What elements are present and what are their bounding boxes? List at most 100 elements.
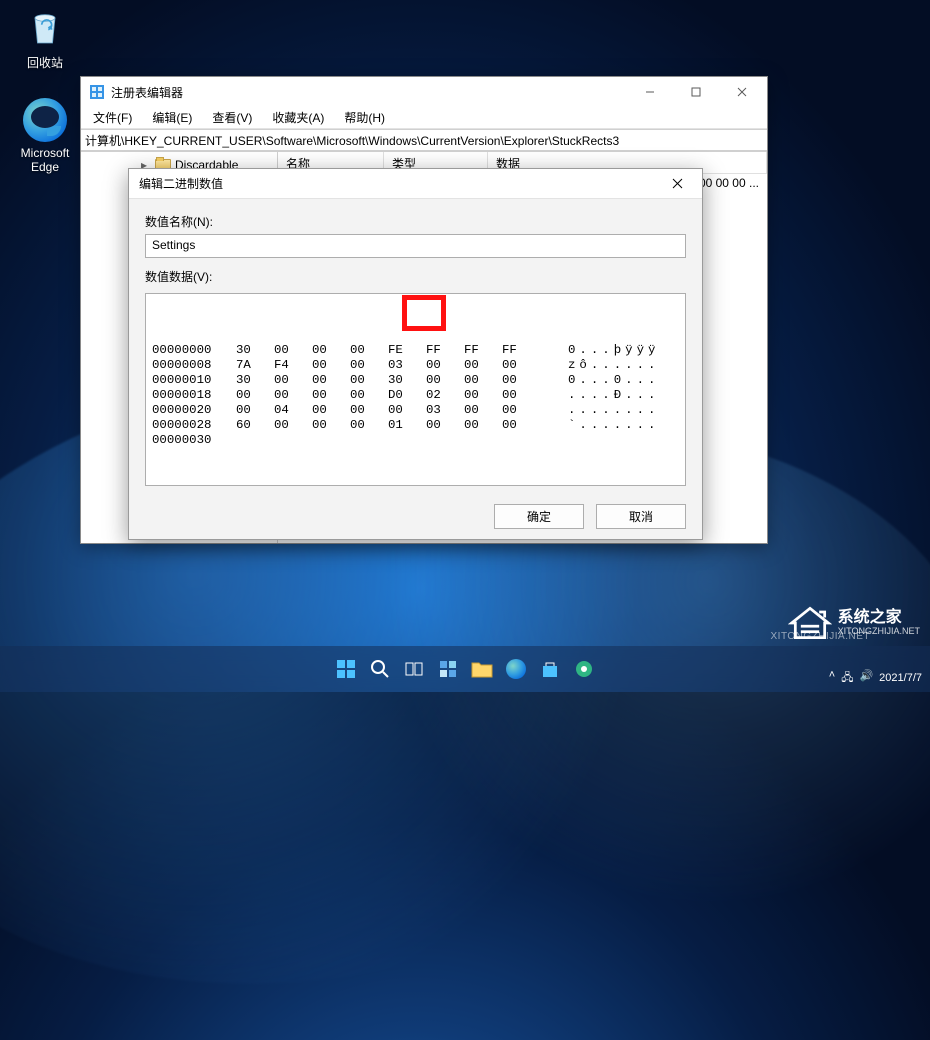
hex-byte[interactable]: 00 (312, 373, 350, 388)
hex-ascii (540, 433, 568, 448)
dialog-titlebar[interactable]: 编辑二进制数值 (129, 169, 702, 199)
dialog-close-button[interactable] (656, 170, 698, 198)
hex-byte[interactable]: 00 (312, 418, 350, 433)
hex-byte[interactable] (464, 433, 502, 448)
clock[interactable]: 2021/7/7 (879, 672, 922, 685)
hex-row[interactable]: 0000000030000000FEFFFFFF0...þÿÿÿ (152, 343, 679, 358)
hex-byte[interactable]: 00 (502, 373, 540, 388)
hex-byte[interactable] (312, 433, 350, 448)
hex-byte[interactable]: 00 (274, 418, 312, 433)
hex-byte[interactable]: 30 (236, 343, 274, 358)
hex-byte[interactable]: 00 (350, 358, 388, 373)
hex-row[interactable]: 000000087AF4000003000000zô...... (152, 358, 679, 373)
hex-byte[interactable]: F4 (274, 358, 312, 373)
taskbar: ˄ 🖧 🔊 2021/7/7 (0, 646, 930, 692)
hex-byte[interactable]: 00 (464, 403, 502, 418)
hex-byte[interactable]: 00 (350, 388, 388, 403)
hex-byte[interactable]: 03 (388, 358, 426, 373)
hex-byte[interactable] (426, 433, 464, 448)
taskbar-store[interactable] (536, 655, 564, 683)
taskbar-app[interactable] (570, 655, 598, 683)
hex-byte[interactable] (388, 433, 426, 448)
hex-byte[interactable]: 00 (426, 373, 464, 388)
hex-byte[interactable]: 00 (350, 373, 388, 388)
hex-byte[interactable]: 00 (274, 388, 312, 403)
hex-byte[interactable]: 00 (464, 388, 502, 403)
hex-byte[interactable]: 00 (236, 388, 274, 403)
hex-byte[interactable]: 00 (464, 373, 502, 388)
menu-file[interactable]: 文件(F) (85, 107, 140, 128)
address-bar[interactable]: 计算机\HKEY_CURRENT_USER\Software\Microsoft… (81, 129, 767, 151)
minimize-button[interactable] (627, 77, 673, 107)
hex-byte[interactable]: 00 (426, 358, 464, 373)
hex-byte[interactable]: 00 (502, 388, 540, 403)
hex-byte[interactable] (350, 433, 388, 448)
taskbar-edge[interactable] (502, 655, 530, 683)
hex-row[interactable]: 000000200004000000030000........ (152, 403, 679, 418)
search-button[interactable] (366, 655, 394, 683)
hex-byte[interactable]: 00 (464, 418, 502, 433)
hex-byte[interactable]: 00 (350, 418, 388, 433)
hex-row[interactable]: 000000286000000001000000`....... (152, 418, 679, 433)
ok-button[interactable]: 确定 (494, 504, 584, 529)
hex-byte[interactable]: 03 (426, 403, 464, 418)
menu-favorites[interactable]: 收藏夹(A) (264, 107, 332, 128)
hex-byte[interactable] (236, 433, 274, 448)
hex-byte[interactable]: 00 (312, 343, 350, 358)
hex-byte[interactable]: FF (464, 343, 502, 358)
hex-editor[interactable]: 0000000030000000FEFFFFFF0...þÿÿÿ00000008… (145, 293, 686, 486)
hex-byte[interactable]: FF (502, 343, 540, 358)
network-icon[interactable]: 🖧 (841, 669, 853, 688)
hex-byte[interactable]: 00 (350, 403, 388, 418)
hex-row[interactable]: 0000001800000000D0020000....Ð... (152, 388, 679, 403)
hex-byte[interactable] (502, 433, 540, 448)
windows-icon (336, 659, 356, 679)
hex-byte[interactable]: FE (388, 343, 426, 358)
hex-byte[interactable]: 30 (236, 373, 274, 388)
value-name-input[interactable]: Settings (145, 234, 686, 258)
volume-icon[interactable]: 🔊 (859, 669, 873, 688)
hex-byte[interactable]: 02 (426, 388, 464, 403)
hex-byte[interactable]: FF (426, 343, 464, 358)
hex-byte[interactable]: 00 (312, 403, 350, 418)
hex-byte[interactable]: 01 (388, 418, 426, 433)
hex-byte[interactable]: 00 (312, 358, 350, 373)
titlebar[interactable]: 注册表编辑器 (81, 77, 767, 107)
task-view-button[interactable] (400, 655, 428, 683)
hex-byte[interactable]: 00 (464, 358, 502, 373)
menu-edit[interactable]: 编辑(E) (144, 107, 200, 128)
system-tray[interactable]: ˄ 🖧 🔊 2021/7/7 (829, 669, 922, 688)
chevron-up-icon[interactable]: ˄ (829, 669, 835, 688)
hex-row[interactable]: 00000030 (152, 433, 679, 448)
hex-byte[interactable]: 00 (426, 418, 464, 433)
menu-help[interactable]: 帮助(H) (336, 107, 393, 128)
hex-byte[interactable]: 00 (274, 343, 312, 358)
start-button[interactable] (332, 655, 360, 683)
desktop-icon-edge[interactable]: Microsoft Edge (10, 98, 80, 174)
desktop-icon-recycle-bin[interactable]: 回收站 (10, 6, 80, 71)
hex-byte[interactable]: 00 (312, 388, 350, 403)
hex-byte[interactable]: 60 (236, 418, 274, 433)
hex-byte[interactable]: D0 (388, 388, 426, 403)
hex-byte[interactable]: 7A (236, 358, 274, 373)
hex-ascii: ....Ð... (540, 388, 660, 403)
clock-date: 2021/7/7 (879, 672, 922, 685)
hex-byte[interactable]: 00 (274, 373, 312, 388)
menu-view[interactable]: 查看(V) (204, 107, 260, 128)
hex-byte[interactable]: 00 (502, 418, 540, 433)
minimize-icon (645, 87, 655, 97)
close-button[interactable] (719, 77, 765, 107)
hex-byte[interactable]: 00 (350, 343, 388, 358)
hex-byte[interactable]: 30 (388, 373, 426, 388)
taskbar-explorer[interactable] (468, 655, 496, 683)
hex-row[interactable]: 0000001030000000300000000...0... (152, 373, 679, 388)
maximize-button[interactable] (673, 77, 719, 107)
hex-byte[interactable]: 04 (274, 403, 312, 418)
hex-byte[interactable] (274, 433, 312, 448)
hex-byte[interactable]: 00 (388, 403, 426, 418)
hex-byte[interactable]: 00 (502, 358, 540, 373)
cancel-button[interactable]: 取消 (596, 504, 686, 529)
hex-byte[interactable]: 00 (502, 403, 540, 418)
hex-byte[interactable]: 00 (236, 403, 274, 418)
widgets-button[interactable] (434, 655, 462, 683)
